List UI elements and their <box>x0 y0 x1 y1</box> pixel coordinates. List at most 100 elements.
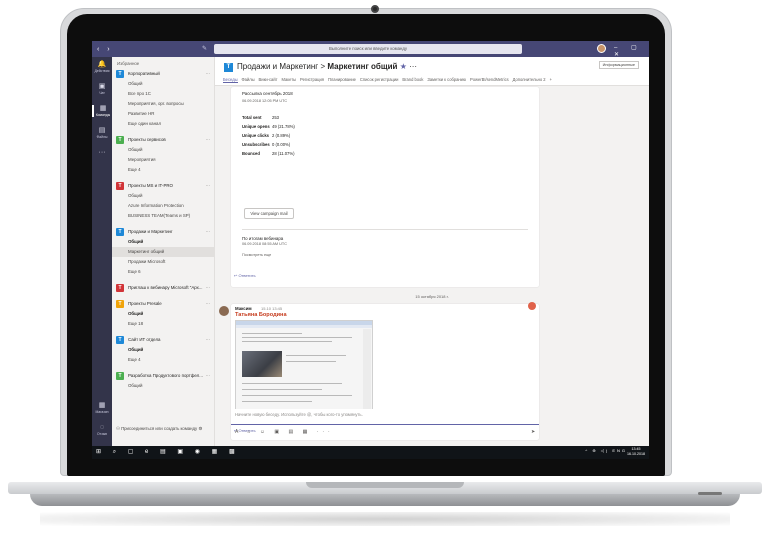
taskbar-icons[interactable]: ⊞ ⌕ ▢ e ▤ ▣ ◉ ▦ ▩ <box>96 448 240 456</box>
team-header[interactable]: T Проекты Presale ··· <box>112 299 214 309</box>
team-item[interactable]: T Проекты MS и IT-PRO ··· Общий Azure Inform… <box>112 181 214 221</box>
system-tray[interactable]: ^ ⊕ ◁) ENG <box>585 448 627 453</box>
channel-item[interactable]: Общий <box>112 237 214 247</box>
channel-item[interactable]: Продажи Microsoft <box>112 257 214 267</box>
avatar[interactable] <box>219 306 229 316</box>
team-header[interactable]: T Сайт ИТ отдела ··· <box>112 335 214 345</box>
channel-item[interactable]: Общий <box>112 381 214 391</box>
more-icon[interactable]: ··· <box>206 299 210 309</box>
nav-arrows[interactable]: ‹ › <box>92 46 122 53</box>
channel-item[interactable]: Мероприятия <box>112 155 214 165</box>
rail-more[interactable]: ··· <box>92 149 112 157</box>
feedback-icon: ◌ <box>99 424 105 431</box>
team-header[interactable]: T Приглаш к вебинару Microsoft "Арх... ··· <box>112 283 214 293</box>
search-input[interactable]: Выполните поиск или введите команду <box>214 44 522 54</box>
org-button[interactable]: Информационные <box>598 61 639 69</box>
compose-toolbar[interactable]: A ⌂ ☺ ▣ ▤ ▦ ··· <box>235 429 334 435</box>
rail-store[interactable]: ▦ Магазин <box>92 402 112 414</box>
stat-value: 2 (0.89%) <box>272 133 291 138</box>
channel-item[interactable]: Общий <box>112 345 214 355</box>
channel-item[interactable]: Все про 1С <box>112 89 214 99</box>
compose-icon[interactable]: ✎ <box>202 45 207 52</box>
team-item[interactable]: T Корпоративный ··· Общий Все про 1С Мероприя… <box>112 69 214 129</box>
tab-item[interactable]: Планирование <box>328 77 356 83</box>
app-rail: 🔔 Действия ▣ Чат ▦ Команды ▤ Файлы ··· ▦… <box>92 57 112 446</box>
more-icon[interactable]: ··· <box>206 227 210 237</box>
channel-item[interactable]: Еще 6 <box>112 267 214 277</box>
tab-item[interactable]: Заметки к собранию <box>427 77 466 83</box>
more-icon[interactable]: ··· <box>206 135 210 145</box>
tab-item[interactable]: Brand book <box>402 77 423 83</box>
channel-item[interactable]: Еще 4 <box>112 165 214 175</box>
channel-item[interactable]: Маркетинг общий <box>112 247 214 257</box>
rail-label: Отзыв <box>97 432 107 436</box>
join-team-button[interactable]: ⚇ Присоединиться или создать команду ⚙ <box>116 426 202 432</box>
channel-item[interactable]: Мероприятия, орг. вопросы <box>112 99 214 109</box>
shadow <box>40 512 730 526</box>
team-name: Проекты MS и IT-PRO <box>128 183 173 188</box>
tab-item[interactable]: Макеты <box>282 77 297 83</box>
team-item[interactable]: T Разработка Продуктового портфел... ··· Об… <box>112 371 214 391</box>
show-more-link[interactable]: Посмотреть еще <box>242 253 271 257</box>
team-item[interactable]: T Приглаш к вебинару Microsoft "Арх... ··· <box>112 283 214 293</box>
tab-item[interactable]: PowerBI/sendMetrics <box>470 77 509 83</box>
channel-item[interactable]: Общий <box>112 145 214 155</box>
reaction-avatar[interactable] <box>528 302 536 310</box>
tab-item[interactable]: Файлы <box>242 77 255 83</box>
post-title: Рассылка сентябрь 2018 <box>242 91 293 96</box>
team-header[interactable]: T Продажи и Маркетинг ··· <box>112 227 214 237</box>
team-item[interactable]: T Сайт ИТ отдела ··· Общий Еще 4 <box>112 335 214 365</box>
message-author[interactable]: Максим <box>235 306 252 311</box>
tab-item[interactable]: Дополнительно 2 <box>513 77 546 83</box>
rail-label: Действия <box>94 69 110 73</box>
view-campaign-button[interactable]: View campaign mail <box>244 208 294 219</box>
channel-item[interactable]: Общий <box>112 79 214 89</box>
tab-item[interactable]: Регистрация <box>300 77 324 83</box>
gear-icon[interactable]: ⚙ <box>198 426 202 431</box>
add-tab-icon[interactable]: + <box>550 77 552 83</box>
tab-item[interactable]: Список регистрации <box>360 77 399 83</box>
rail-teams[interactable]: ▦ Команды <box>92 105 112 117</box>
window-controls[interactable]: – ▢ ✕ <box>614 44 649 58</box>
channel-item[interactable]: Еще 4 <box>112 355 214 365</box>
team-item[interactable]: T Проекты сервисов ··· Общий Мероприятия Еще … <box>112 135 214 175</box>
more-icon[interactable]: ··· <box>409 62 417 71</box>
channel-item[interactable]: Azure Information Protection <box>112 201 214 211</box>
rail-feedback[interactable]: ◌ Отзыв <box>92 424 112 436</box>
clock[interactable]: 13:45 16.10.2018 <box>627 447 645 457</box>
reply-link[interactable]: ↩ Ответить <box>234 273 256 278</box>
more-icon[interactable]: ··· <box>206 335 210 345</box>
send-icon[interactable]: ➤ <box>531 429 535 435</box>
more-icon[interactable]: ··· <box>206 69 210 79</box>
channel-item[interactable]: Общий <box>112 309 214 319</box>
tab-item[interactable]: Беседы <box>223 77 238 83</box>
more-icon[interactable]: ··· <box>206 181 210 191</box>
channel-item[interactable]: Еще 18 <box>112 319 214 329</box>
team-name[interactable]: Продажи и Маркетинг <box>237 62 318 71</box>
star-icon[interactable]: ★ <box>400 62 407 71</box>
team-header[interactable]: T Разработка Продуктового портфел... ··· <box>112 371 214 381</box>
windows-taskbar: ⊞ ⌕ ▢ e ▤ ▣ ◉ ▦ ▩ ^ ⊕ ◁) ENG 13:45 16.10… <box>92 446 649 459</box>
image-line <box>242 383 342 384</box>
more-icon[interactable]: ··· <box>206 371 210 381</box>
team-item[interactable]: T Продажи и Маркетинг ··· Общий Маркетинг об… <box>112 227 214 277</box>
team-header[interactable]: T Проекты сервисов ··· <box>112 135 214 145</box>
stat-label: Unique clicks <box>242 133 269 138</box>
team-header[interactable]: T Корпоративный ··· <box>112 69 214 79</box>
more-icon[interactable]: ··· <box>206 283 210 293</box>
rail-activity[interactable]: 🔔 Действия <box>92 61 112 73</box>
channel-item[interactable]: Развитие HR <box>112 109 214 119</box>
channel-item[interactable]: Еще один канал <box>112 119 214 129</box>
post-newsletter: Рассылка сентябрь 2018 06.09.2018 12:05 … <box>231 87 539 287</box>
tab-item[interactable]: Вики-сайт <box>259 77 278 83</box>
team-item[interactable]: T Проекты Presale ··· Общий Еще 18 <box>112 299 214 329</box>
rail-files[interactable]: ▤ Файлы <box>92 127 112 139</box>
team-header[interactable]: T Проекты MS и IT-PRO ··· <box>112 181 214 191</box>
laptop-mockup: ‹ › ✎ Выполните поиск или введите команд… <box>0 0 770 543</box>
channel-item[interactable]: Общий <box>112 191 214 201</box>
channel-item[interactable]: BUSINESS TEAM(Teams и SP) <box>112 211 214 221</box>
avatar[interactable] <box>597 44 606 53</box>
rail-chat[interactable]: ▣ Чат <box>92 83 112 95</box>
screenshot-image[interactable] <box>235 320 373 417</box>
compose-input[interactable]: Начните новую беседу. Используйте @, что… <box>231 409 539 425</box>
